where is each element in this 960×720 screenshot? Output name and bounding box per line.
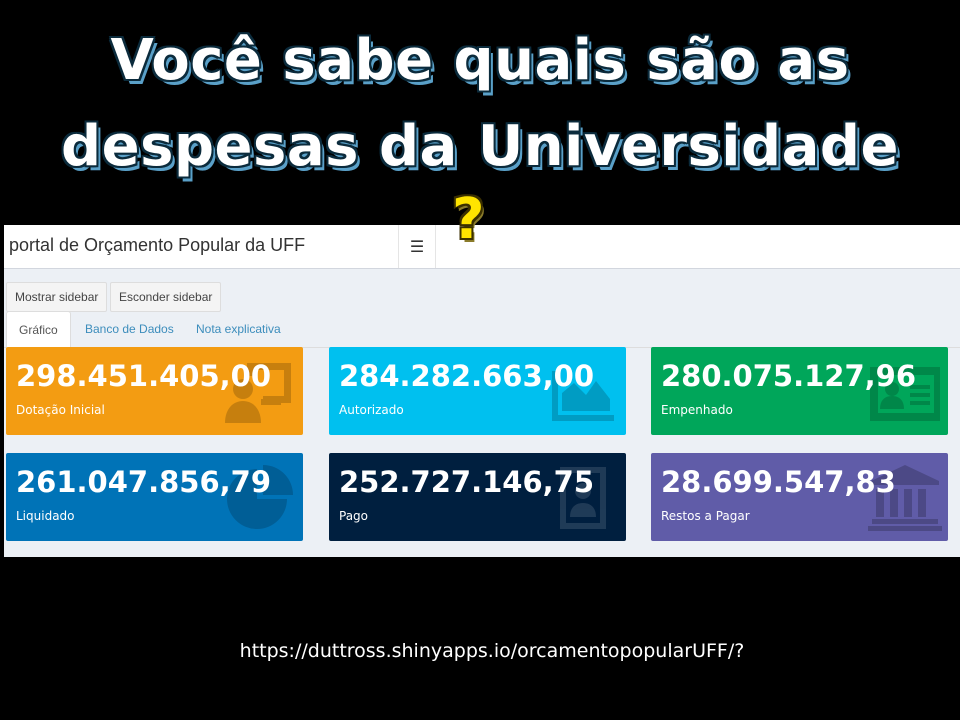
box-label: Autorizado bbox=[339, 403, 404, 417]
box-value: 252.727.146,75 bbox=[339, 465, 595, 499]
question-mark: ? bbox=[452, 187, 485, 252]
slide-headline: Você sabe quais são as despesas da Unive… bbox=[0, 18, 960, 190]
navbar-divider bbox=[435, 225, 436, 268]
box-value: 298.451.405,00 bbox=[16, 359, 272, 393]
menu-toggle-icon[interactable]: ☰ bbox=[399, 225, 435, 268]
tab-grafico[interactable]: Gráfico bbox=[6, 311, 71, 349]
show-sidebar-button[interactable]: Mostrar sidebar bbox=[6, 282, 108, 312]
box-value: 28.699.547,83 bbox=[661, 465, 896, 499]
value-box-liquidado: 261.047.856,79 Liquidado bbox=[6, 453, 303, 541]
box-value: 280.075.127,96 bbox=[661, 359, 917, 393]
value-box-pago: 252.727.146,75 Pago bbox=[329, 453, 626, 541]
tab-nota-explicativa[interactable]: Nota explicativa bbox=[184, 311, 293, 346]
value-box-dotacao-inicial: 298.451.405,00 Dotação Inicial bbox=[6, 347, 303, 435]
app-url[interactable]: https://duttross.shinyapps.io/orcamentop… bbox=[0, 640, 960, 662]
value-box-empenhado: 280.075.127,96 Empenhado bbox=[651, 347, 948, 435]
box-label: Dotação Inicial bbox=[16, 403, 105, 417]
tab-bar: Gráfico Banco de Dados Nota explicativa bbox=[4, 311, 960, 349]
box-label: Pago bbox=[339, 509, 369, 523]
tab-banco-de-dados[interactable]: Banco de Dados bbox=[73, 311, 186, 346]
app-title: portal de Orçamento Popular da UFF bbox=[9, 235, 306, 255]
app-screenshot: portal de Orçamento Popular da UFF ☰ Mos… bbox=[4, 225, 960, 557]
box-label: Empenhado bbox=[661, 403, 733, 417]
box-value: 284.282.663,00 bbox=[339, 359, 595, 393]
value-box-autorizado: 284.282.663,00 Autorizado bbox=[329, 347, 626, 435]
box-value: 261.047.856,79 bbox=[16, 465, 272, 499]
box-label: Liquidado bbox=[16, 509, 75, 523]
headline-line-2: despesas da Universidade bbox=[61, 114, 899, 179]
headline-line-1: Você sabe quais são as bbox=[110, 28, 850, 93]
value-box-restos-a-pagar: 28.699.547,83 Restos a Pagar bbox=[651, 453, 948, 541]
box-label: Restos a Pagar bbox=[661, 509, 750, 523]
hide-sidebar-button[interactable]: Esconder sidebar bbox=[110, 282, 222, 312]
